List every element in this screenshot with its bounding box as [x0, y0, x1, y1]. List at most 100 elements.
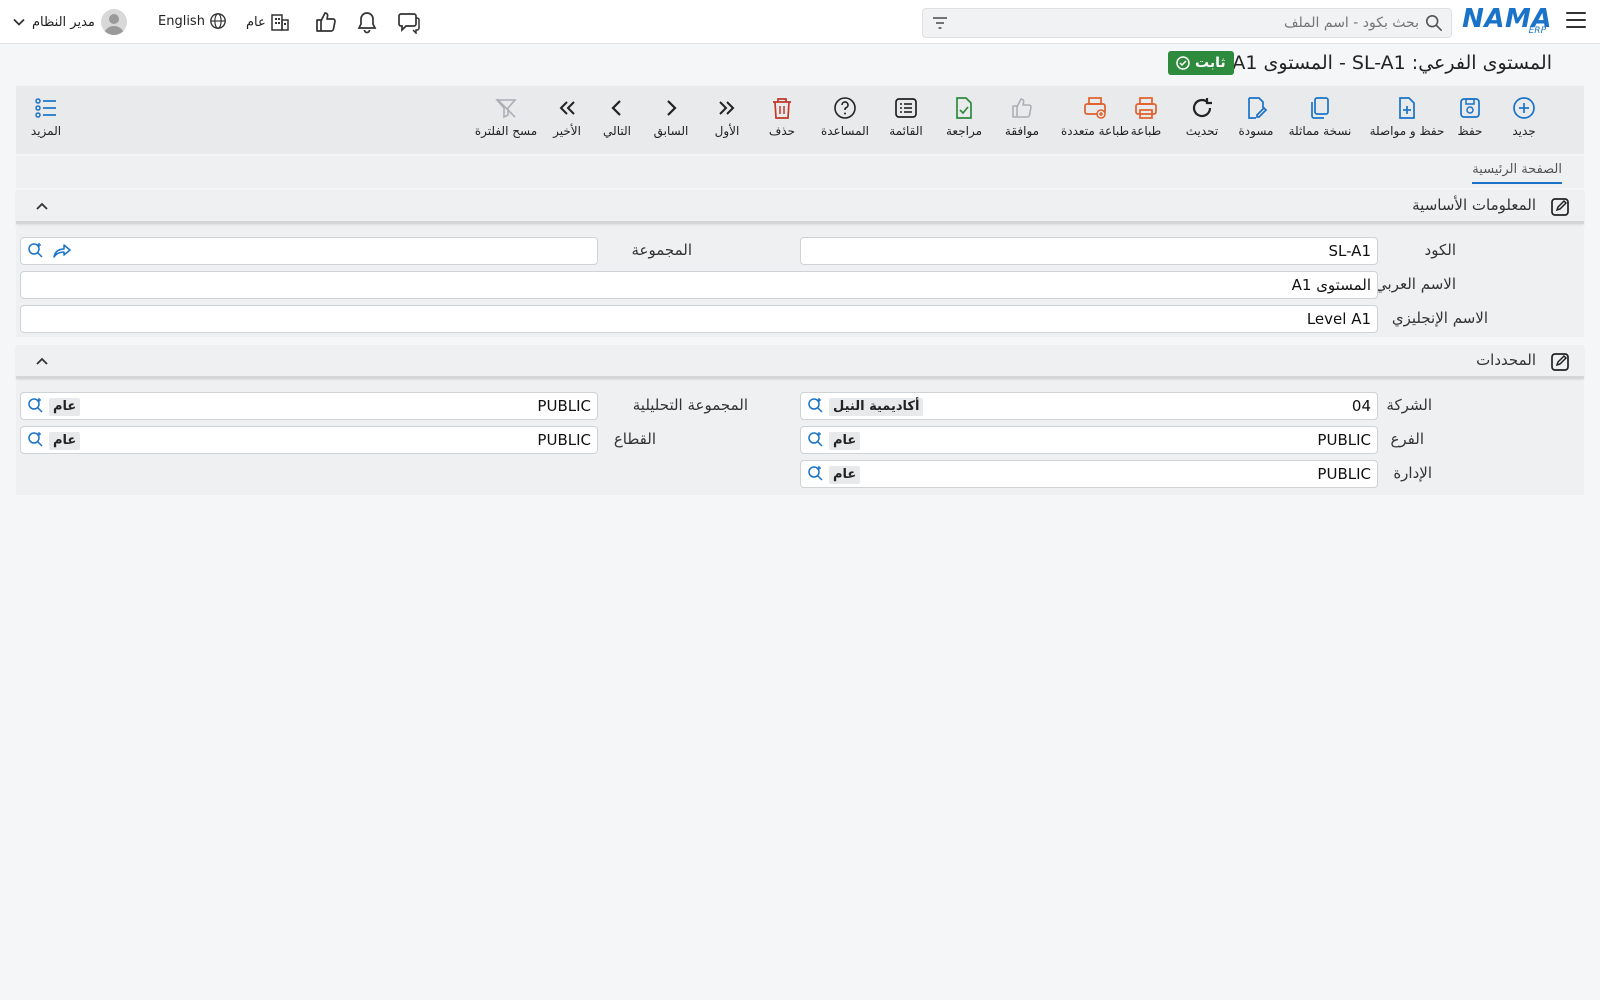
multi-print-button[interactable]: طباعة متعددة: [1050, 96, 1140, 138]
branch-name-tag: عام: [829, 432, 861, 450]
chevron-down-icon: [13, 18, 25, 26]
refresh-icon: [1192, 98, 1212, 118]
analytic-group-code: PUBLIC: [537, 397, 591, 415]
branch-selector[interactable]: عام: [246, 12, 290, 32]
dimensions-header[interactable]: المحددات: [16, 345, 1584, 379]
first-label: الأول: [714, 124, 740, 138]
lookup-icon[interactable]: [27, 397, 45, 419]
chevrons-right-icon: [719, 101, 735, 115]
building-icon: [271, 14, 289, 31]
user-menu[interactable]: مدير النظام: [12, 8, 127, 36]
status-badge-label: ثابت: [1195, 55, 1226, 71]
duplicate-button[interactable]: نسخة مماثلة: [1280, 96, 1360, 138]
plus-circle-icon: [1513, 97, 1535, 119]
branch-field[interactable]: PUBLIC عام: [800, 426, 1378, 454]
chat-icon[interactable]: [397, 10, 421, 38]
english-name-field[interactable]: Level A1: [20, 305, 1378, 333]
pencil-icon: [1248, 97, 1268, 119]
multi-printer-icon: [1084, 97, 1106, 119]
delete-button[interactable]: حذف: [758, 96, 806, 138]
more-list-icon: [35, 98, 56, 118]
help-label: المساعدة: [820, 124, 870, 138]
search-input[interactable]: [979, 12, 1419, 34]
refresh-button[interactable]: تحديث: [1172, 96, 1232, 138]
next-button[interactable]: التالي: [592, 96, 642, 138]
previous-button[interactable]: السابق: [646, 96, 696, 138]
sector-field[interactable]: PUBLIC عام: [20, 426, 598, 454]
company-field[interactable]: 04 أكاديمية النيل: [800, 392, 1378, 420]
first-button[interactable]: الأول: [702, 96, 752, 138]
language-label: English: [158, 13, 205, 29]
filter-icon[interactable]: [931, 15, 949, 35]
chevron-right-icon: [667, 100, 677, 116]
duplicate-label: نسخة مماثلة: [1288, 124, 1352, 138]
department-code: PUBLIC: [1317, 465, 1371, 483]
list-button[interactable]: القائمة: [876, 96, 936, 138]
refresh-label: تحديث: [1185, 124, 1219, 138]
copy-icon: [1311, 97, 1329, 119]
basic-info-header[interactable]: المعلومات الأساسية: [16, 190, 1584, 224]
trash-icon: [773, 98, 791, 119]
sector-name-tag: عام: [49, 432, 81, 450]
thumbs-up-icon[interactable]: [314, 10, 338, 38]
lookup-icon[interactable]: [807, 465, 825, 487]
filter-off-icon: [495, 98, 517, 119]
lookup-icon[interactable]: [27, 431, 45, 453]
bell-icon[interactable]: [356, 10, 378, 38]
save-continue-button[interactable]: حفظ و مواصلة: [1362, 96, 1452, 138]
group-field[interactable]: [20, 237, 598, 265]
lookup-icon[interactable]: [807, 397, 825, 419]
search-icon[interactable]: [1425, 14, 1443, 36]
dimensions-title: المحددات: [1476, 351, 1536, 369]
company-label: الشركة: [1386, 396, 1432, 414]
approve-button[interactable]: موافقة: [992, 96, 1052, 138]
company-name-tag: أكاديمية النيل: [829, 398, 924, 416]
department-label: الإدارة: [1393, 464, 1432, 482]
chevrons-left-icon: [559, 101, 575, 115]
new-label: جديد: [1512, 124, 1536, 138]
approve-label: موافقة: [1004, 124, 1040, 138]
chevron-up-icon[interactable]: [36, 199, 48, 215]
analytic-group-label: المجموعة التحليلية: [632, 396, 748, 414]
user-name: مدير النظام: [32, 14, 95, 30]
delete-label: حذف: [768, 124, 796, 138]
department-field[interactable]: PUBLIC عام: [800, 460, 1378, 488]
edit-icon: [1550, 197, 1570, 221]
clear-filter-label: مسح الفلترة: [474, 124, 538, 138]
branch-label: عام: [246, 14, 266, 30]
chevron-left-icon: [611, 100, 621, 116]
chevron-up-icon[interactable]: [36, 354, 48, 370]
company-code: 04: [1351, 397, 1371, 415]
sector-code: PUBLIC: [537, 431, 591, 449]
code-field[interactable]: SL-A1: [800, 237, 1378, 265]
last-button[interactable]: الأخير: [542, 96, 592, 138]
help-button[interactable]: المساعدة: [810, 96, 880, 138]
menu-icon[interactable]: [1566, 12, 1586, 28]
tab-main[interactable]: الصفحة الرئيسية: [1472, 162, 1562, 184]
sector-label: القطاع: [613, 430, 656, 448]
lookup-icon[interactable]: [27, 242, 45, 264]
basic-info-title: المعلومات الأساسية: [1412, 196, 1536, 214]
help-icon: [834, 97, 856, 119]
page-title: المستوى الفرعي: SL-A1 - المستوى A1: [1232, 52, 1552, 74]
analytic-group-name-tag: عام: [49, 398, 81, 416]
english-name-label: الاسم الإنجليزي: [1391, 309, 1488, 327]
code-label: الكود: [1424, 241, 1456, 259]
english-name-value: Level A1: [1306, 310, 1371, 328]
more-button[interactable]: المزيد: [16, 96, 76, 138]
new-button[interactable]: جديد: [1494, 96, 1554, 138]
draft-button[interactable]: مسودة: [1226, 96, 1286, 138]
branch-label: الفرع: [1390, 430, 1424, 448]
analytic-group-field[interactable]: PUBLIC عام: [20, 392, 598, 420]
review-button[interactable]: مراجعة: [934, 96, 994, 138]
language-switcher[interactable]: English: [158, 12, 227, 30]
avatar: [100, 9, 127, 35]
logo-sub: ERP: [1528, 26, 1546, 36]
logo[interactable]: NAMA ERP: [1462, 4, 1552, 36]
share-icon[interactable]: [53, 243, 71, 263]
lookup-icon[interactable]: [807, 431, 825, 453]
file-check-icon: [956, 97, 972, 119]
check-circle-icon: [1176, 56, 1190, 70]
clear-filter-button[interactable]: مسح الفلترة: [468, 96, 544, 138]
arabic-name-field[interactable]: المستوى A1: [20, 271, 1378, 299]
